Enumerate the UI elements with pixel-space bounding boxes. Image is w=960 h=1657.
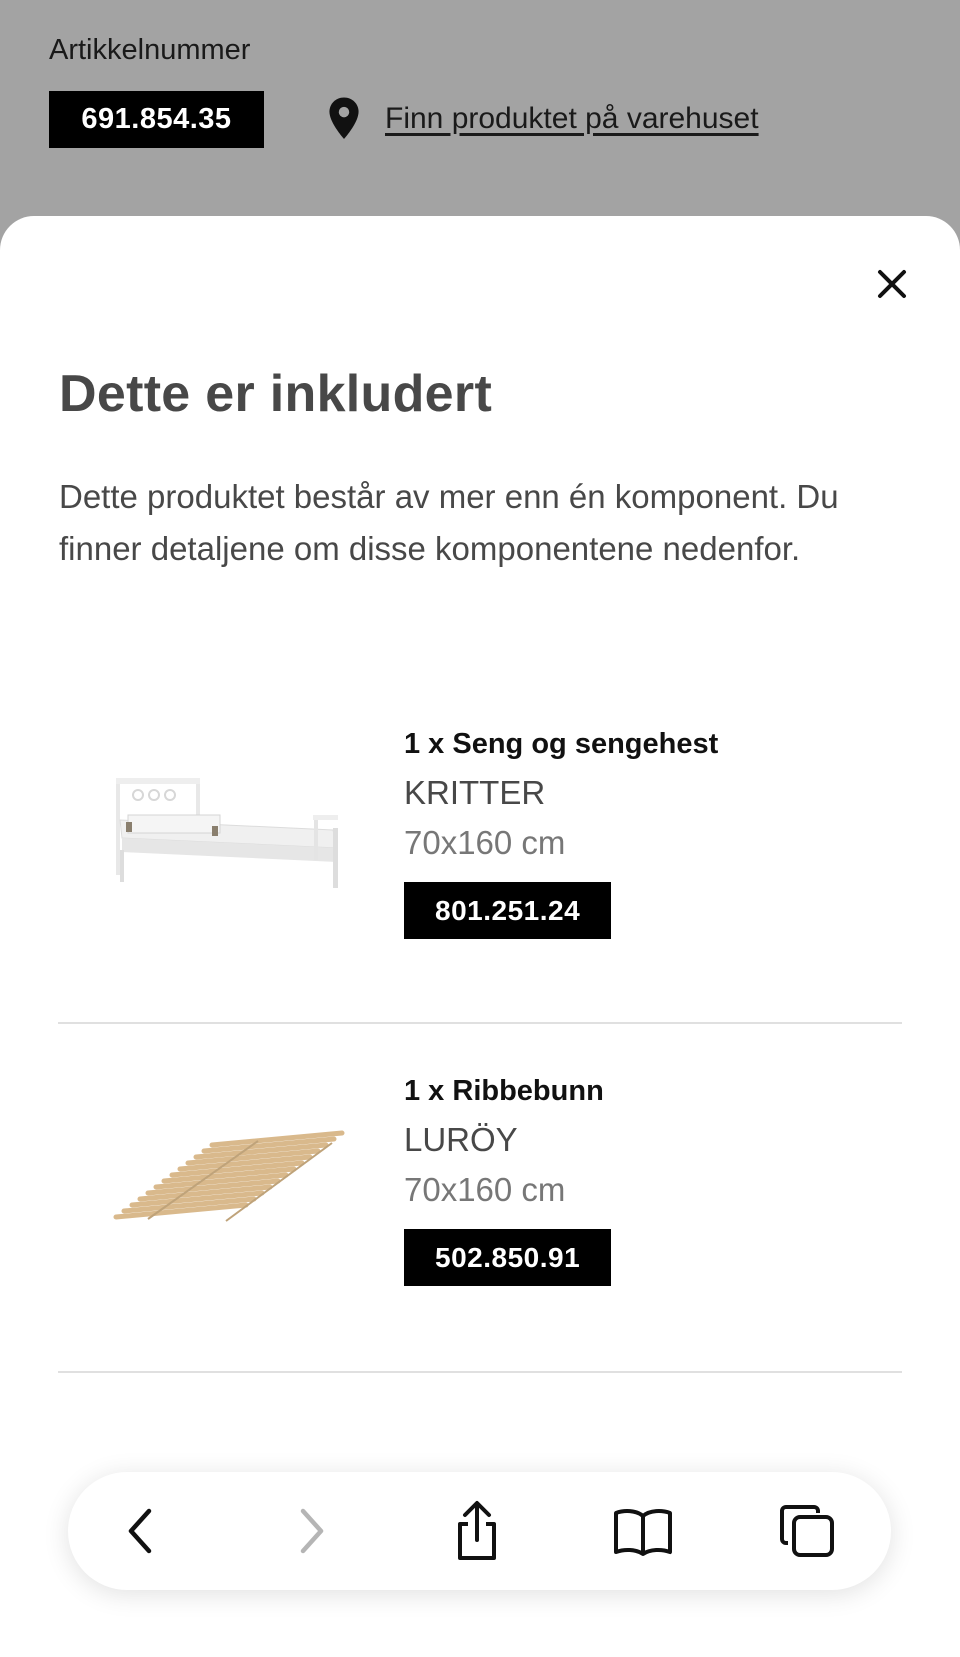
component-info: 1 x Ribbebunn LURÖY 70x160 cm 502.850.91 xyxy=(404,1067,612,1286)
sheet-description: Dette produktet består av mer enn én kom… xyxy=(59,478,839,567)
included-components-sheet: Dette er inkludert Dette produktet bestå… xyxy=(0,216,960,1657)
bookmarks-icon xyxy=(614,1509,672,1556)
component-info: 1 x Seng og sengehest KRITTER 70x160 cm … xyxy=(404,720,718,939)
bookmarks-button[interactable] xyxy=(608,1496,678,1566)
browser-toolbar xyxy=(68,1472,891,1590)
divider xyxy=(58,1022,902,1024)
article-number-badge: 691.854.35 xyxy=(49,91,264,148)
close-icon[interactable] xyxy=(868,260,916,308)
sheet-title: Dette er inkludert xyxy=(59,365,493,423)
component-article-number: 502.850.91 xyxy=(404,1229,612,1286)
tabs-icon xyxy=(780,1505,834,1557)
component-type: 1 x Seng og sengehest xyxy=(404,728,719,760)
forward-icon xyxy=(300,1508,324,1554)
component-type: 1 x Ribbebunn xyxy=(404,1075,604,1107)
component-size: 70x160 cm xyxy=(404,1171,566,1208)
share-icon xyxy=(458,1501,496,1560)
background-page: Artikkelnummer 691.854.35 Finn produktet… xyxy=(0,0,960,230)
forward-button[interactable] xyxy=(276,1496,346,1566)
component-article-number: 801.251.24 xyxy=(404,882,612,939)
component-name: KRITTER xyxy=(404,774,546,811)
component-size: 70x160 cm xyxy=(404,824,566,861)
article-number-label: Artikkelnummer xyxy=(49,34,251,66)
slatted-base-product-image xyxy=(108,1071,352,1293)
find-in-store[interactable]: Finn produktet på varehuset xyxy=(325,96,759,142)
location-pin-icon xyxy=(329,97,359,139)
find-in-store-link[interactable]: Finn produktet på varehuset xyxy=(385,102,759,136)
tabs-button[interactable] xyxy=(773,1496,843,1566)
back-icon xyxy=(128,1508,152,1554)
share-button[interactable] xyxy=(442,1496,512,1566)
bed-product-image xyxy=(108,720,352,942)
divider xyxy=(58,1371,902,1373)
back-button[interactable] xyxy=(106,1496,176,1566)
component-name: LURÖY xyxy=(404,1121,518,1158)
